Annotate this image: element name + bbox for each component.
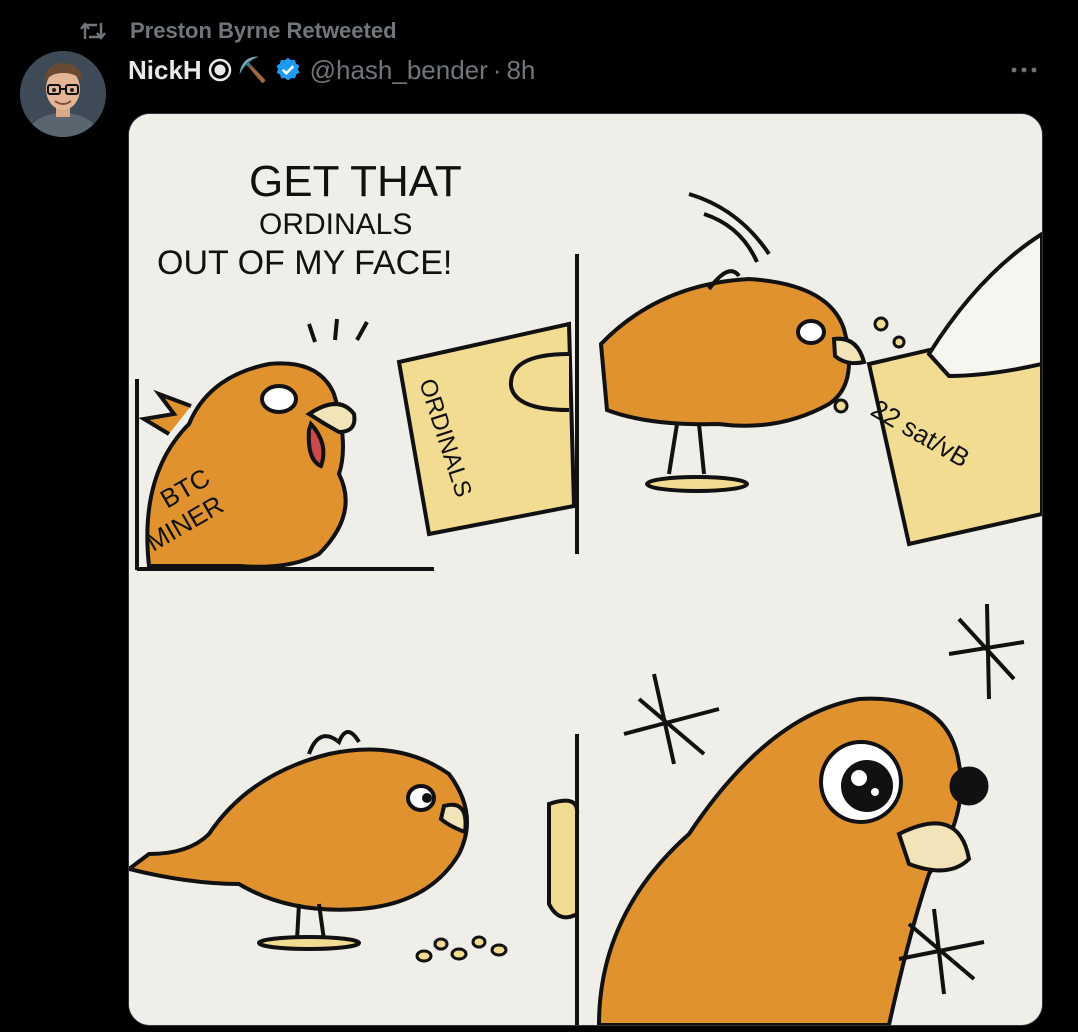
- more-icon[interactable]: [1006, 52, 1042, 88]
- author-handle[interactable]: @hash_bender: [310, 55, 488, 86]
- speech-line-2: ORDINALS: [259, 208, 412, 241]
- verified-check-icon: [274, 56, 302, 84]
- tweet-media-image[interactable]: BTC MINER GET THAT ORDINALS OUT OF MY FA…: [128, 113, 1043, 1026]
- retweeted-by-label[interactable]: Preston Byrne Retweeted: [130, 18, 397, 44]
- author-name[interactable]: NickH: [128, 55, 202, 86]
- separator-dot: ·: [492, 54, 502, 85]
- tweet-timestamp[interactable]: 8h: [506, 55, 535, 86]
- retweet-icon: [78, 16, 108, 46]
- speech-line-1: GET THAT: [249, 157, 462, 206]
- pickaxe-emoji: ⛏️: [237, 56, 268, 84]
- retweet-context[interactable]: Preston Byrne Retweeted: [78, 16, 397, 46]
- speech-line-3: OUT OF MY FACE!: [157, 244, 452, 282]
- circle-badge-icon: [208, 58, 232, 82]
- tweet-header: NickH ⛏️ @hash_bender · 8h: [128, 52, 535, 88]
- avatar[interactable]: [20, 51, 106, 137]
